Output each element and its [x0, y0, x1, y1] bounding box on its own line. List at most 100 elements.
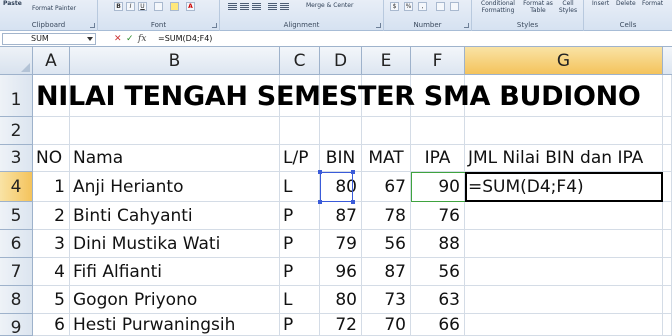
cell-r2c3[interactable] [320, 117, 362, 145]
row-header-8[interactable]: 8 [0, 286, 33, 314]
table-cell-ipa[interactable]: 56 [411, 258, 465, 286]
sheet-title[interactable]: NILAI TENGAH SEMESTER SMA BUDIONO [36, 80, 641, 114]
table-cell-h[interactable] [663, 258, 672, 286]
table-cell-mat[interactable]: 67 [362, 172, 411, 202]
column-header-h[interactable] [663, 47, 672, 75]
increase-indent-icon[interactable] [280, 3, 289, 10]
table-cell-ipa[interactable]: 66 [411, 314, 465, 336]
table-cell-lp[interactable]: L [280, 172, 320, 202]
table-cell-no[interactable]: 6 [33, 314, 70, 336]
enter-icon[interactable]: ✓ [126, 33, 134, 45]
table-cell-nama[interactable]: Hesti Purwaningsih [70, 314, 280, 336]
header-cell-lp[interactable]: L/P [280, 145, 320, 172]
ref-handle-icon[interactable] [318, 170, 322, 174]
cancel-icon[interactable]: ✕ [114, 33, 122, 45]
table-cell-mat[interactable]: 87 [362, 258, 411, 286]
number-launcher-icon[interactable] [464, 23, 469, 28]
comma-button[interactable]: , [418, 2, 427, 11]
formula-input[interactable]: =SUM(D4;F4) [158, 33, 212, 45]
cell-r2c2[interactable] [280, 117, 320, 145]
row-header-3[interactable]: 3 [0, 145, 33, 172]
font-color-icon[interactable]: A [186, 2, 195, 11]
cell-r2c1[interactable] [70, 117, 280, 145]
table-cell-ipa[interactable]: 88 [411, 230, 465, 258]
header-cell-ipa[interactable]: IPA [411, 145, 465, 172]
name-box[interactable]: SUM [2, 33, 96, 45]
row-header-9[interactable]: 9 [0, 314, 33, 336]
table-cell-nama[interactable]: Dini Mustika Wati [70, 230, 280, 258]
column-header-a[interactable]: A [33, 47, 70, 75]
table-cell-jml[interactable] [465, 230, 663, 258]
table-cell-bin[interactable]: 87 [320, 202, 362, 230]
column-header-e[interactable]: E [362, 47, 411, 75]
format-as-table-button[interactable]: Format as Table [522, 0, 554, 14]
cell-r2c5[interactable] [411, 117, 465, 145]
table-cell-bin[interactable]: 80 [320, 286, 362, 314]
table-cell-ipa[interactable]: 76 [411, 202, 465, 230]
insert-function-icon[interactable]: fx [138, 33, 146, 45]
clipboard-launcher-icon[interactable] [90, 23, 95, 28]
header-cell-bin[interactable]: BIN [320, 145, 362, 172]
table-cell-no[interactable]: 4 [33, 258, 70, 286]
align-center-icon[interactable] [240, 3, 249, 10]
cell-r2c0[interactable] [33, 117, 70, 145]
format-button[interactable]: Format [642, 0, 663, 7]
table-cell-lp[interactable]: P [280, 314, 320, 336]
row-header-7[interactable]: 7 [0, 258, 33, 286]
ref-handle-icon[interactable] [351, 170, 355, 174]
fill-color-icon[interactable] [170, 2, 179, 11]
table-cell-lp[interactable]: P [280, 230, 320, 258]
row-header-5[interactable]: 5 [0, 202, 33, 230]
column-header-b[interactable]: B [70, 47, 280, 75]
italic-button[interactable]: I [126, 2, 135, 11]
cell-r2c6[interactable] [465, 117, 663, 145]
percent-button[interactable]: % [404, 2, 413, 11]
border-icon[interactable] [154, 2, 163, 11]
table-cell-bin[interactable]: 96 [320, 258, 362, 286]
cell-styles-button[interactable]: Cell Styles [556, 0, 580, 14]
table-cell-no[interactable]: 2 [33, 202, 70, 230]
merge-center-button[interactable]: Merge & Center [306, 2, 353, 9]
cell-r2c4[interactable] [362, 117, 411, 145]
ref-handle-icon[interactable] [318, 200, 322, 204]
underline-button[interactable]: U [138, 2, 147, 11]
decrease-decimal-icon[interactable] [450, 2, 459, 11]
align-left-icon[interactable] [228, 3, 237, 10]
table-cell-jml[interactable] [465, 202, 663, 230]
table-cell-mat[interactable]: 56 [362, 230, 411, 258]
row-header-6[interactable]: 6 [0, 230, 33, 258]
bold-button[interactable]: B [114, 2, 123, 11]
table-cell-h[interactable] [663, 202, 672, 230]
conditional-formatting-button[interactable]: Conditional Formatting [476, 0, 520, 14]
table-cell-nama[interactable]: Gogon Priyono [70, 286, 280, 314]
header-cell-h[interactable] [663, 145, 672, 172]
table-cell-no[interactable]: 3 [33, 230, 70, 258]
table-cell-h[interactable] [663, 314, 672, 336]
header-cell-mat[interactable]: MAT [362, 145, 411, 172]
row-header-2[interactable]: 2 [0, 117, 33, 145]
table-cell-mat[interactable]: 78 [362, 202, 411, 230]
paste-button[interactable]: Paste [3, 0, 22, 7]
column-header-c[interactable]: C [280, 47, 320, 75]
table-cell-no[interactable]: 1 [33, 172, 70, 202]
row-header-1[interactable]: 1 [0, 75, 33, 117]
table-cell-mat[interactable]: 73 [362, 286, 411, 314]
table-cell-ipa[interactable]: 63 [411, 286, 465, 314]
table-cell-bin[interactable]: 72 [320, 314, 362, 336]
alignment-launcher-icon[interactable] [376, 23, 381, 28]
table-cell-bin[interactable]: 79 [320, 230, 362, 258]
table-cell-mat[interactable]: 70 [362, 314, 411, 336]
table-cell-lp[interactable]: L [280, 286, 320, 314]
select-all-button[interactable] [0, 47, 33, 75]
table-cell-jml[interactable] [465, 286, 663, 314]
table-cell-h[interactable] [663, 230, 672, 258]
insert-button[interactable]: Insert [592, 0, 609, 7]
table-cell-h[interactable] [663, 172, 672, 202]
table-cell-lp[interactable]: P [280, 258, 320, 286]
table-cell-no[interactable]: 5 [33, 286, 70, 314]
row-header-4[interactable]: 4 [0, 172, 33, 202]
cell-r2c7[interactable] [663, 117, 672, 145]
table-cell-nama[interactable]: Binti Cahyanti [70, 202, 280, 230]
table-cell-jml[interactable] [465, 258, 663, 286]
align-right-icon[interactable] [252, 3, 261, 10]
